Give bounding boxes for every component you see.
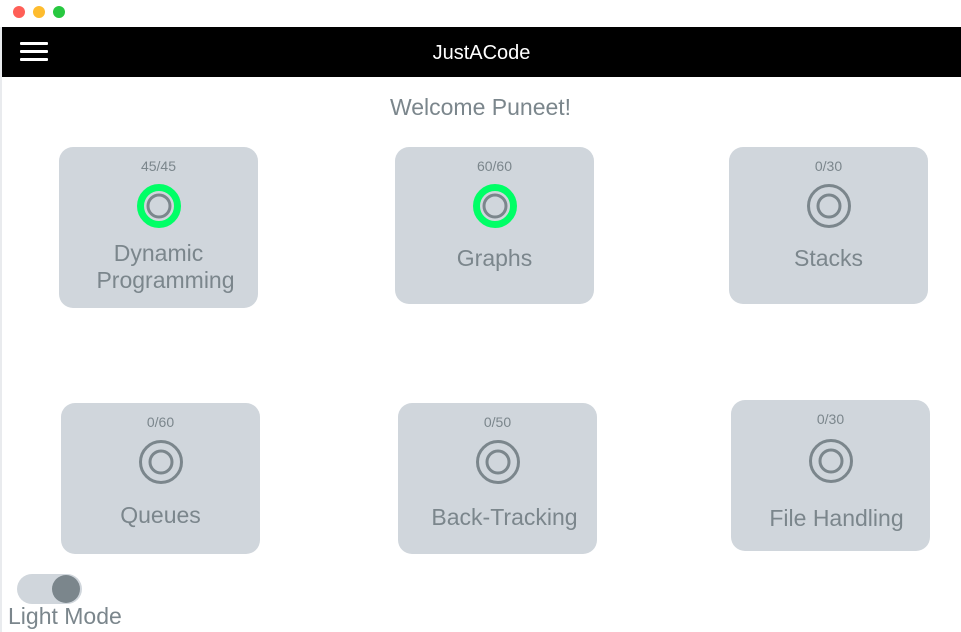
topic-title: File Handling — [769, 505, 904, 531]
theme-toggle-switch[interactable] — [17, 574, 82, 604]
topic-card-back-tracking[interactable]: 0/50 Back-Tracking — [398, 403, 597, 554]
welcome-message: Welcome Puneet! — [389, 94, 572, 120]
progress-ring-icon — [136, 184, 181, 228]
topic-progress-count: 0/30 — [816, 411, 845, 427]
theme-mode-label: Light Mode — [8, 603, 122, 629]
progress-ring-icon — [472, 184, 517, 228]
topic-card-stacks[interactable]: 0/30 Stacks — [729, 147, 928, 304]
progress-ring-icon — [138, 440, 183, 484]
progress-ring-icon — [475, 440, 520, 484]
progress-ring-icon — [806, 184, 851, 228]
progress-ring-icon — [808, 439, 853, 483]
topic-progress-count: 60/60 — [476, 158, 513, 174]
topic-title: Queues — [120, 502, 201, 528]
topic-card-file-handling[interactable]: 0/30 File Handling — [731, 400, 930, 551]
window-close-button[interactable] — [13, 6, 25, 18]
topic-progress-count: 0/60 — [146, 414, 175, 430]
topic-title: Dynamic Programming — [59, 240, 258, 294]
topic-title-line1: Dynamic — [113, 240, 204, 266]
topic-title: Graphs — [456, 245, 533, 271]
topic-title: Stacks — [793, 245, 864, 271]
app-title: JustACode — [432, 42, 531, 64]
topic-progress-count: 0/30 — [814, 158, 843, 174]
topic-title: Back-Tracking — [431, 504, 578, 530]
app-window: JustACode Welcome Puneet! 45/45 Dynamic … — [0, 0, 961, 632]
window-minimize-button[interactable] — [33, 6, 45, 18]
topic-card-dynamic-programming[interactable]: 45/45 Dynamic Programming — [59, 147, 258, 308]
topic-card-queues[interactable]: 0/60 Queues — [61, 403, 260, 554]
topic-title-line2: Programming — [96, 267, 235, 293]
topic-card-graphs[interactable]: 60/60 Graphs — [395, 147, 594, 304]
topic-progress-count: 0/50 — [483, 414, 512, 430]
window-maximize-button[interactable] — [53, 6, 65, 18]
app-bar: JustACode — [2, 27, 961, 77]
toggle-knob — [52, 575, 80, 603]
topic-progress-count: 45/45 — [140, 158, 177, 174]
